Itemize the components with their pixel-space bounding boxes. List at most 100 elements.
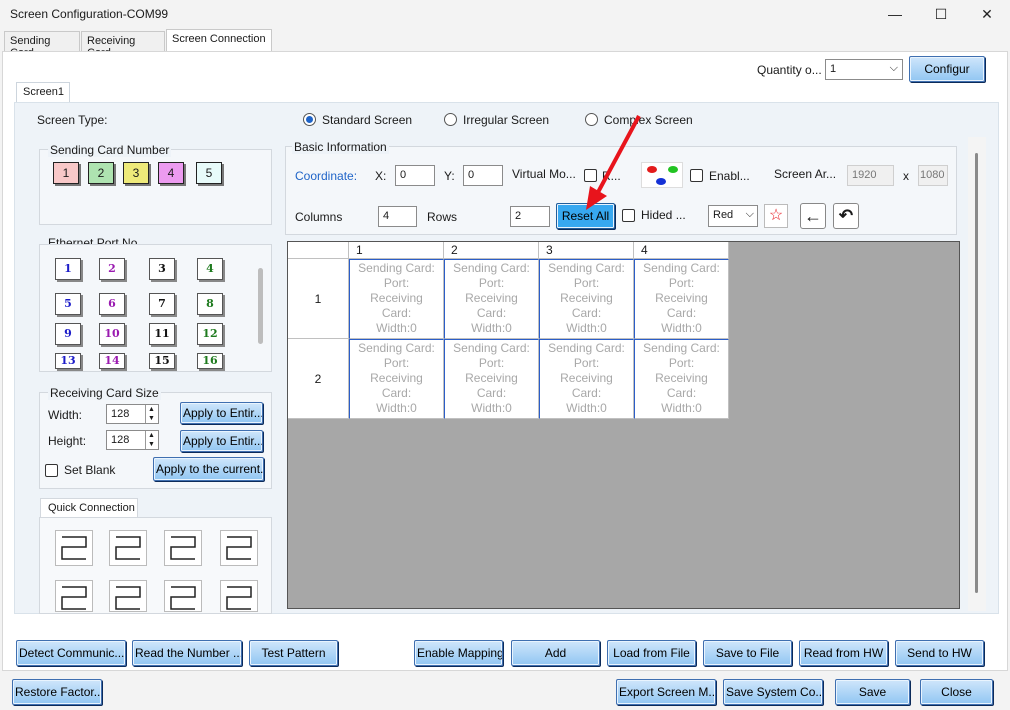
grid-cell-line: Card: [571,386,602,400]
quick-connection-pattern-icon[interactable] [55,530,93,566]
apply-entire-width-button[interactable]: Apply to Entir... [180,402,263,424]
toolbar-button-4[interactable]: Add [511,640,600,666]
height-spinbox[interactable]: 128 ▲ ▼ [106,430,159,450]
scrollbar-thumb[interactable] [975,153,978,593]
width-label: Width: [48,408,83,422]
radio-standard-screen[interactable] [303,113,316,126]
quick-connection-pattern-icon[interactable] [220,580,258,612]
columns-input[interactable]: 4 [378,206,417,227]
x-label: X: [375,169,387,183]
footer-button-0[interactable]: Restore Factor... [12,679,102,705]
ethernet-port-10[interactable]: 10 [99,323,125,345]
quick-connection-pattern-icon[interactable] [109,580,147,612]
apply-current-button[interactable]: Apply to the current... [153,457,264,481]
undo-icon[interactable]: ↶ [833,203,859,229]
rows-label: Rows [427,210,458,224]
grid-cell[interactable]: Sending Card: Port: Receiving Card: Width:0 [349,339,444,419]
quantity-select[interactable]: 1 ⌵ [825,59,903,80]
grid-cell[interactable]: Sending Card: Port: Receiving Card: Width:0 [634,259,729,339]
ethernet-port-14[interactable]: 14 [99,353,125,369]
tab-screen1[interactable]: Screen1 [16,82,70,103]
quick-connection-pattern-icon[interactable] [164,580,202,612]
grid-cell-line: Receiving [655,371,708,385]
sending-card-4[interactable]: 4 [158,162,184,184]
set-blank-checkbox[interactable] [45,464,58,477]
rows-input[interactable]: 2 [510,206,550,227]
toolbar-button-7[interactable]: Read from HW [799,640,888,666]
grid-cell-line: Sending Card: [358,261,435,275]
irregular-screen-label: Irregular Screen [463,113,550,127]
color-select[interactable]: Red ⌵ [708,205,758,227]
toolbar-button-8[interactable]: Send to HW [895,640,984,666]
y-input[interactable]: 0 [463,165,503,186]
height-value: 128 [111,434,130,446]
grid-cell[interactable]: Sending Card: Port: Receiving Card: Width:0 [634,339,729,419]
toolbar-button-2[interactable]: Test Pattern [249,640,338,666]
spinner-icon[interactable]: ▲ ▼ [145,431,157,449]
coordinate-link[interactable]: Coordinate: [295,169,357,183]
ethernet-port-1[interactable]: 1 [55,258,81,280]
footer-button-4[interactable]: Close [920,679,993,705]
configure-button[interactable]: Configur [909,56,985,82]
toolbar-button-5[interactable]: Load from File [607,640,696,666]
ethernet-port-16[interactable]: 16 [197,353,223,369]
ethernet-port-6[interactable]: 6 [99,293,125,315]
receiving-card-size-title: Receiving Card Size [48,386,161,400]
tab-sending-card[interactable]: Sending Card [4,31,80,59]
close-window-button[interactable]: ✕ [964,0,1010,28]
sending-card-1[interactable]: 1 [53,162,79,184]
footer-button-3[interactable]: Save [835,679,910,705]
maximize-button[interactable]: ☐ [918,0,964,28]
toolbar-button-1[interactable]: Read the Number ... [132,640,242,666]
sending-card-2[interactable]: 2 [88,162,114,184]
grid-cell[interactable]: Sending Card: Port: Receiving Card: Width:0 [444,259,539,339]
grid-cell-line: Card: [476,386,507,400]
sending-card-5[interactable]: 5 [196,162,222,184]
footer-button-1[interactable]: Export Screen M... [616,679,716,705]
radio-irregular-screen[interactable] [444,113,457,126]
ethernet-port-13[interactable]: 13 [55,353,81,369]
ethernet-port-8[interactable]: 8 [197,293,223,315]
ethernet-port-7[interactable]: 7 [149,293,175,315]
x-input[interactable]: 0 [395,165,435,186]
ethernet-port-15[interactable]: 15 [149,353,175,369]
ethernet-port-11[interactable]: 11 [149,323,175,345]
grid-cell-line: Port: [573,356,600,370]
quick-connection-pattern-icon[interactable] [109,530,147,566]
minimize-button[interactable]: — [872,0,918,28]
toolbar-button-0[interactable]: Detect Communic... [16,640,126,666]
ethernet-port-4[interactable]: 4 [197,258,223,280]
sending-card-3[interactable]: 3 [123,162,149,184]
quick-connection-pattern-icon[interactable] [164,530,202,566]
apply-entire-height-button[interactable]: Apply to Entir... [180,430,263,452]
ethernet-port-12[interactable]: 12 [197,323,223,345]
quick-connection-tab[interactable]: Quick Connection [40,498,138,517]
ethernet-port-2[interactable]: 2 [99,258,125,280]
grid-row-header: 2 [288,339,349,419]
tab-screen-connection[interactable]: Screen Connection [166,29,272,52]
quick-connection-pattern-icon[interactable] [55,580,93,612]
width-spinbox[interactable]: 128 ▲ ▼ [106,404,159,424]
toolbar-button-3[interactable]: Enable Mapping [414,640,503,666]
grid-cell[interactable]: Sending Card: Port: Receiving Card: Width:0 [444,339,539,419]
grid-cell-line: Port: [668,276,695,290]
grid-cell[interactable]: Sending Card: Port: Receiving Card: Width:0 [349,259,444,339]
toolbar-button-6[interactable]: Save to File [703,640,792,666]
grid-cell-line: Width:0 [661,401,702,415]
footer-button-2[interactable]: Save System Co... [723,679,823,705]
vertical-scrollbar[interactable] [968,137,986,611]
ethernet-port-scrollbar[interactable] [258,268,263,344]
tab-receiving-card[interactable]: Receiving Card [81,31,165,59]
grid-cell[interactable]: Sending Card: Port: Receiving Card: Width:0 [539,259,634,339]
spinner-icon[interactable]: ▲ ▼ [145,405,157,423]
ethernet-port-3[interactable]: 3 [149,258,175,280]
grid-cell[interactable]: Sending Card: Port: Receiving Card: Width:0 [539,339,634,419]
ethernet-port-9[interactable]: 9 [55,323,81,345]
arrow-left-icon[interactable]: ← [800,203,826,229]
quick-connection-pattern-icon[interactable] [220,530,258,566]
chevron-down-icon: ⌵ [745,208,754,220]
grid-cell-line: Receiving [465,371,518,385]
enable-checkbox[interactable] [690,169,703,182]
star-icon[interactable]: ☆ [764,204,788,228]
ethernet-port-5[interactable]: 5 [55,293,81,315]
